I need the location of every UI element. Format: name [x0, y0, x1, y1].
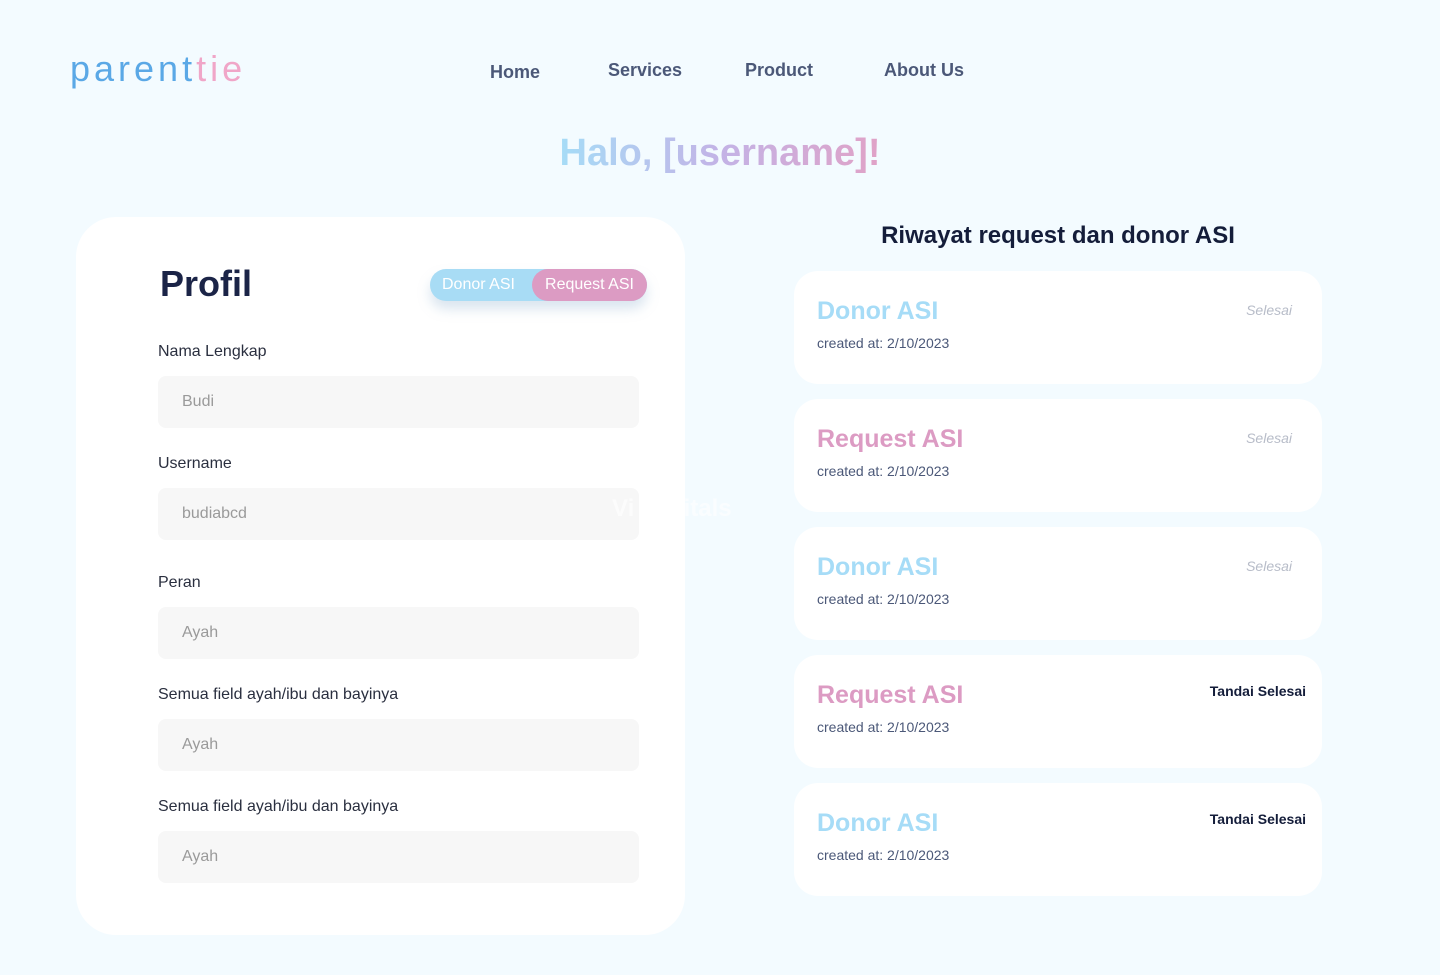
family-field-label-2: Semua field ayah/ibu dan bayinya	[158, 798, 399, 815]
history-item-status: Selesai	[1246, 558, 1292, 574]
history-title: Riwayat request dan donor ASI	[881, 222, 1235, 249]
username-input[interactable]	[158, 488, 639, 540]
peran-label: Peran	[158, 574, 201, 591]
history-item[interactable]: Donor ASI created at: 2/10/2023 Tandai S…	[794, 783, 1322, 896]
history-item-status: Selesai	[1246, 430, 1292, 446]
history-item-date: created at: 2/10/2023	[817, 335, 950, 351]
history-item-type: Request ASI	[817, 425, 964, 453]
history-item-date: created at: 2/10/2023	[817, 847, 950, 863]
history-item[interactable]: Donor ASI created at: 2/10/2023 Selesai	[794, 271, 1322, 384]
nav-home[interactable]: Home	[490, 62, 540, 83]
toggle-request-asi[interactable]: Request ASI	[532, 269, 647, 301]
history-item[interactable]: Request ASI created at: 2/10/2023 Selesa…	[794, 399, 1322, 512]
toggle-donor-asi[interactable]: Donor ASI	[442, 269, 515, 301]
history-item-type: Donor ASI	[817, 553, 939, 581]
nama-lengkap-label: Nama Lengkap	[158, 343, 267, 360]
profile-title: Profil	[160, 263, 253, 304]
history-item-date: created at: 2/10/2023	[817, 463, 950, 479]
nav-product[interactable]: Product	[745, 60, 813, 81]
peran-input[interactable]	[158, 607, 639, 659]
nav-services[interactable]: Services	[608, 60, 682, 81]
greeting-text: Halo, [username]!	[559, 132, 881, 174]
family-field-input-2[interactable]	[158, 831, 639, 883]
mark-done-button[interactable]: Tandai Selesai	[1210, 683, 1306, 699]
history-item-type: Request ASI	[817, 681, 964, 709]
family-field-label-1: Semua field ayah/ibu dan bayinya	[158, 686, 399, 703]
username-label: Username	[158, 455, 232, 472]
donor-request-toggle[interactable]: Donor ASI Request ASI	[430, 269, 647, 301]
history-item-type: Donor ASI	[817, 297, 939, 325]
family-field-input-1[interactable]	[158, 719, 639, 771]
history-item[interactable]: Request ASI created at: 2/10/2023 Tandai…	[794, 655, 1322, 768]
nav-about-us[interactable]: About Us	[884, 60, 964, 81]
history-item-date: created at: 2/10/2023	[817, 591, 950, 607]
history-item-date: created at: 2/10/2023	[817, 719, 950, 735]
history-item-type: Donor ASI	[817, 809, 939, 837]
nama-lengkap-input[interactable]	[158, 376, 639, 428]
page: parent t ie Home Services Product About …	[0, 0, 1440, 975]
mark-done-button[interactable]: Tandai Selesai	[1210, 811, 1306, 827]
main-nav: Home Services Product About Us	[0, 60, 1440, 90]
profile-card: Profil Donor ASI Request ASI Nama Lengka…	[76, 217, 685, 935]
history-item-status: Selesai	[1246, 302, 1292, 318]
greeting-heading: Halo, [username]!	[0, 132, 1440, 175]
history-item[interactable]: Donor ASI created at: 2/10/2023 Selesai	[794, 527, 1322, 640]
